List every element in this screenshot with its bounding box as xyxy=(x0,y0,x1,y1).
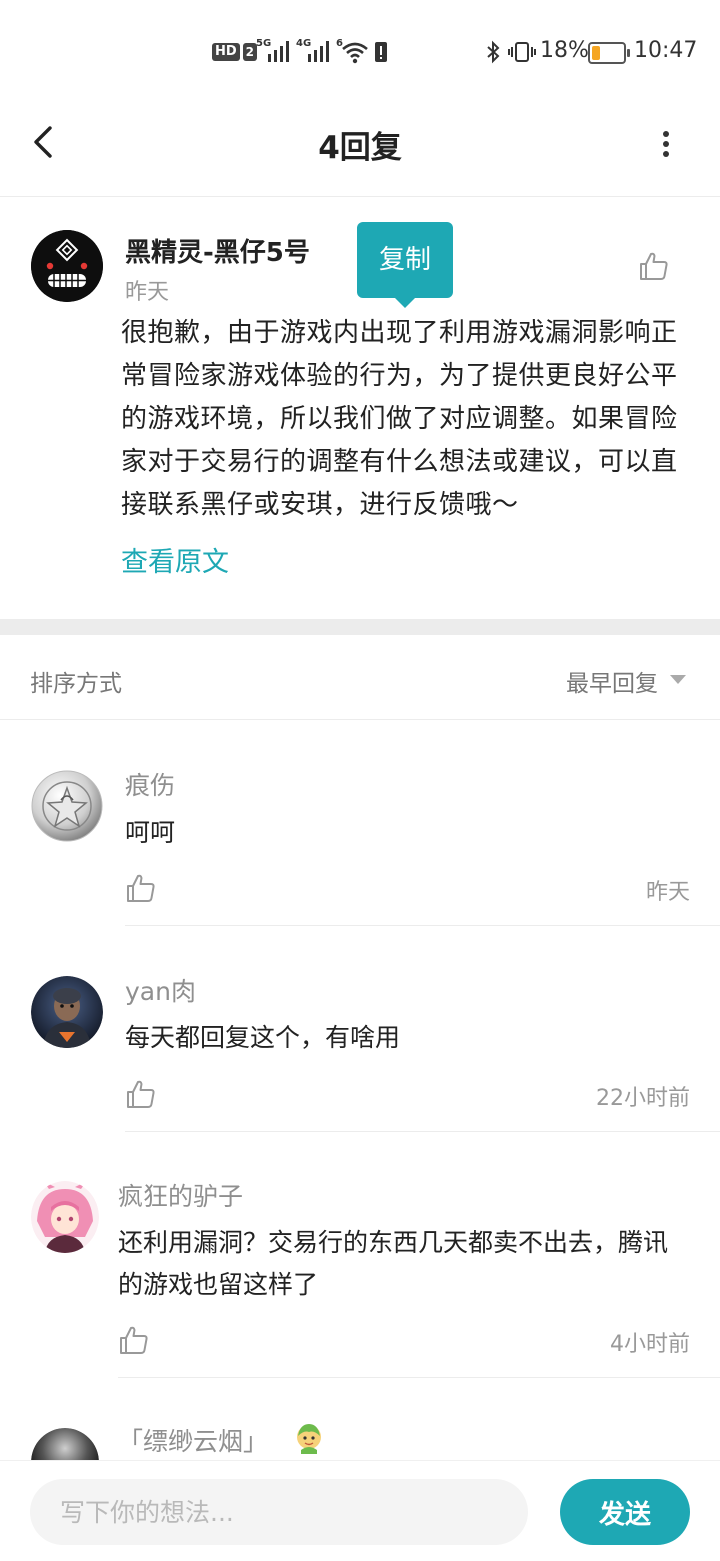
user-badge-icon xyxy=(292,1420,326,1454)
alert-icon xyxy=(374,40,388,68)
like-icon[interactable] xyxy=(125,872,157,904)
divider xyxy=(125,925,720,926)
battery-fill xyxy=(592,46,600,60)
battery-percent: 18% xyxy=(540,38,589,63)
comment-time: 4小时前 xyxy=(610,1332,690,1357)
clock: 10:47 xyxy=(634,38,698,63)
top-app-bar: 4回复 xyxy=(0,100,720,197)
comment-text: 每天都回复这个，有啥用 xyxy=(125,1023,401,1052)
page-title: 4回复 xyxy=(318,130,402,166)
comment-author[interactable]: 痕伤 xyxy=(125,766,175,802)
hd-indicator: HD 2 xyxy=(212,36,258,68)
like-icon[interactable] xyxy=(125,1078,157,1110)
battery-icon xyxy=(588,42,630,64)
post-time: 昨天 xyxy=(125,280,170,305)
comment-time: 22小时前 xyxy=(596,1086,690,1111)
post-author-avatar[interactable] xyxy=(31,230,103,302)
divider xyxy=(0,719,720,720)
dropdown-arrow-icon[interactable] xyxy=(670,675,686,684)
divider xyxy=(118,1377,720,1378)
status-bar: HD 2 5G 4G 6 18% 10:47 xyxy=(0,0,720,100)
bluetooth-icon xyxy=(484,40,502,68)
divider xyxy=(125,1131,720,1132)
comment-text: 还利用漏洞？交易行的东西几天都卖不出去，腾讯的游戏也留这样了 xyxy=(118,1228,669,1299)
like-icon[interactable] xyxy=(638,250,670,282)
sort-label: 排序方式 xyxy=(30,671,122,697)
sort-dropdown[interactable]: 最早回复 xyxy=(566,664,658,698)
comment-avatar[interactable] xyxy=(31,770,103,842)
comment-author[interactable]: 疯狂的驴子 xyxy=(118,1177,243,1213)
vibrate-icon xyxy=(508,40,536,68)
comment-composer: 发送 xyxy=(0,1460,720,1561)
wifi-icon: 6 xyxy=(336,38,370,64)
hd-number: 2 xyxy=(242,43,258,61)
section-divider xyxy=(0,619,720,635)
comment-author[interactable]: 「缥缈云烟」 xyxy=(118,1422,268,1458)
comment-avatar[interactable] xyxy=(31,1181,99,1253)
comment-input[interactable] xyxy=(30,1479,528,1545)
comment-text: 呵呵 xyxy=(125,818,176,847)
view-original-link[interactable]: 查看原文 xyxy=(121,540,229,579)
like-icon[interactable] xyxy=(118,1324,150,1356)
post-body-text: 很抱歉，由于游戏内出现了利用游戏漏洞影响正常冒险家游戏体验的行为，为了提供更良好… xyxy=(121,318,678,520)
comment-time: 昨天 xyxy=(645,880,690,905)
hd-label: HD xyxy=(212,43,240,61)
more-vertical-icon[interactable] xyxy=(652,124,680,164)
comment-avatar[interactable] xyxy=(31,976,103,1048)
copy-button[interactable]: 复制 xyxy=(357,222,453,308)
send-button[interactable]: 发送 xyxy=(560,1479,690,1545)
post-author-name[interactable]: 黑精灵-黑仔5号 xyxy=(125,232,310,269)
comment-author[interactable]: yan肉 xyxy=(125,972,196,1008)
